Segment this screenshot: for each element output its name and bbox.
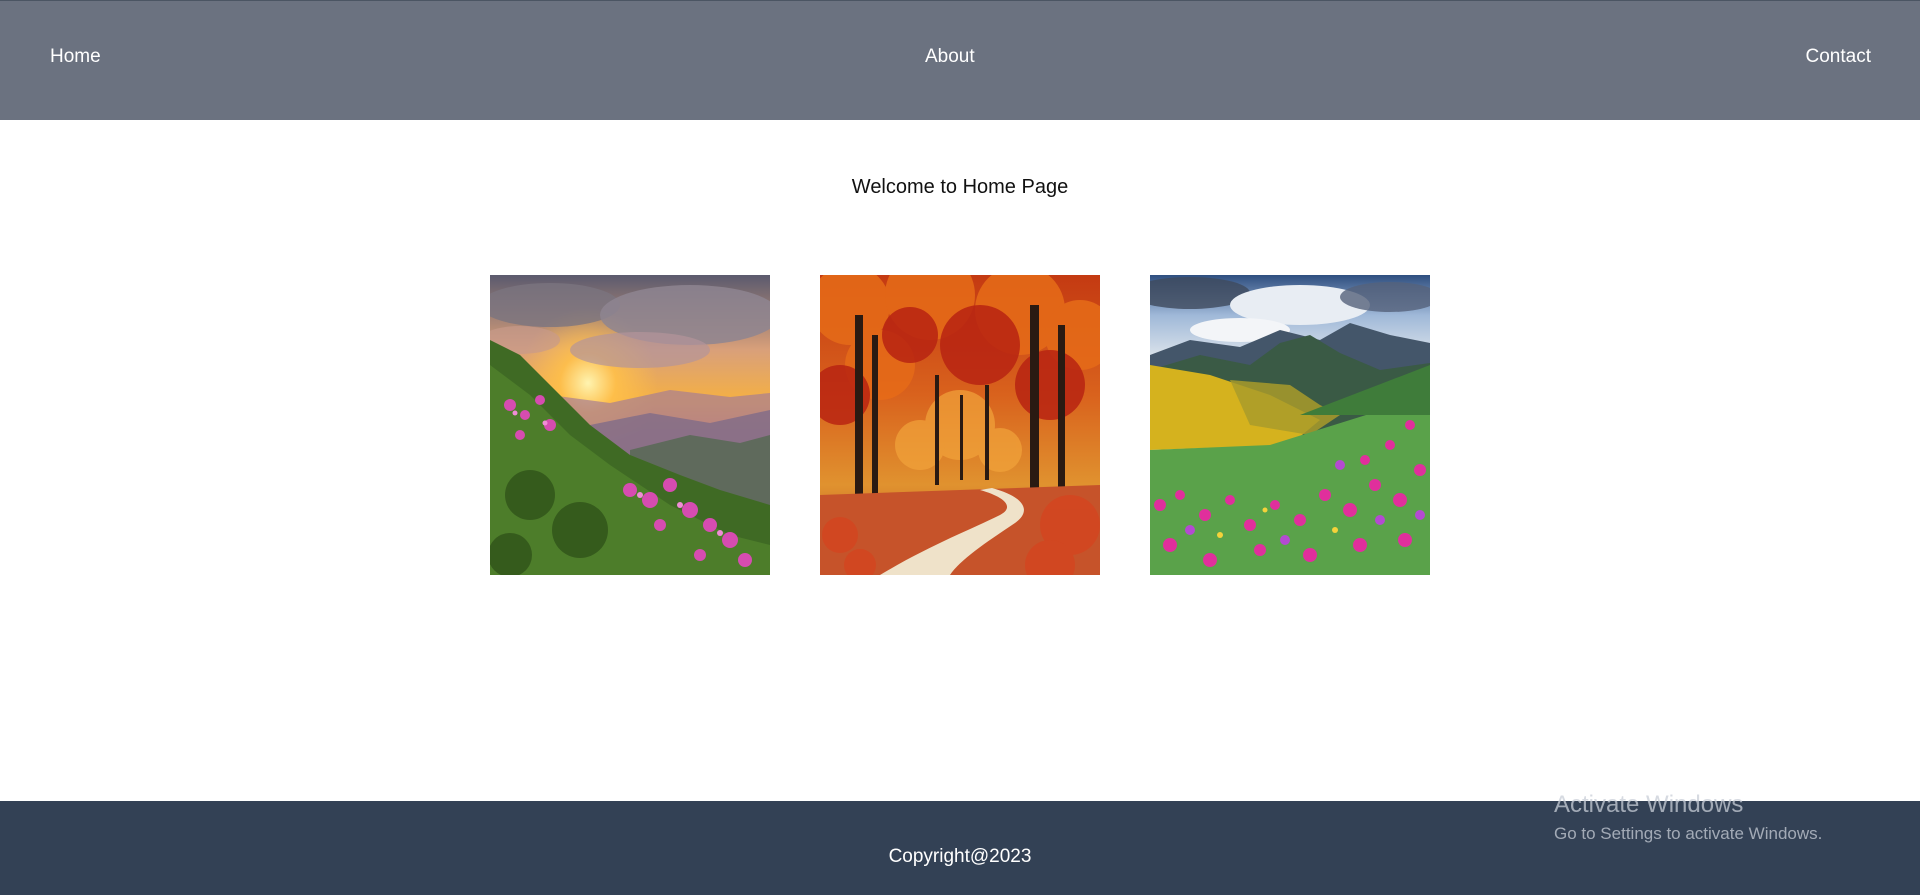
watermark-title: Activate Windows [1554,791,1744,818]
gallery-image-sunset-hills [490,275,770,575]
top-navbar: Home About Contact [0,0,1920,120]
mountain-meadow-flowers-image [1150,275,1430,575]
nav-link-home[interactable]: Home [50,45,101,69]
nav-link-contact[interactable]: Contact [1806,45,1871,69]
gallery-image-mountain-meadow [1150,275,1430,575]
watermark-subtitle: Go to Settings to activate Windows. [1554,824,1823,843]
welcome-heading: Welcome to Home Page [851,176,1069,198]
footer-copyright: Copyright@2023 [888,846,1032,867]
landscape-sunset-flowers-image [490,275,770,575]
autumn-forest-path-image [820,275,1100,575]
page: Home About Contact Welcome to Home Page [0,0,1920,895]
windows-activation-watermark: Activate Windows Go to Settings to activ… [1554,790,1822,846]
nav-link-about[interactable]: About [925,45,975,69]
image-gallery [490,275,1430,575]
gallery-image-autumn-forest [820,275,1100,575]
